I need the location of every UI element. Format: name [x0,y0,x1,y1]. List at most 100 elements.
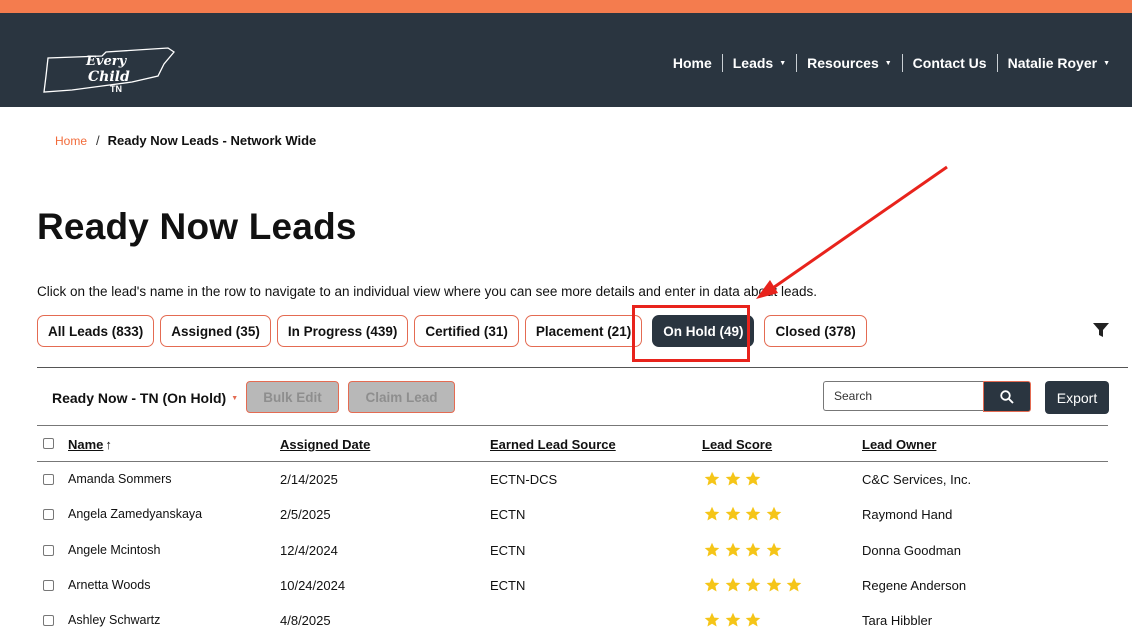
column-header-lead-score[interactable]: Lead Score [702,437,772,452]
breadcrumb: Home / Ready Now Leads - Network Wide [55,133,316,148]
lead-score-stars [704,471,766,487]
lead-name-link[interactable]: Ashley Schwartz [68,613,160,627]
search-input[interactable] [823,381,983,411]
row-checkbox[interactable] [43,579,54,591]
nav-item-resources[interactable]: Resources ▼ [797,55,902,71]
nav-item-home[interactable]: Home [663,55,722,71]
star-icon [766,577,781,592]
search-group [823,381,1031,412]
lead-owner-cell: Raymond Hand [862,507,953,523]
every-child-tn-logo[interactable]: Every Child TN [42,38,177,98]
chevron-down-icon: ▼ [1103,59,1110,67]
star-icon [704,577,720,592]
nav-item-natalie-royer[interactable]: Natalie Royer ▼ [998,55,1120,71]
lead-owner-cell: Donna Goodman [862,542,962,558]
lead-source-cell: ECTN [490,542,526,558]
nav-item-label: Home [672,55,712,71]
star-icon [704,612,720,627]
lead-score-stars [704,542,786,558]
lead-name-link[interactable]: Angele Mcintosh [68,543,160,557]
table-header-border [37,461,1108,462]
main-nav: Home Leads ▼ Resources ▼ Contact Us Natalie Ro… [663,53,1120,73]
star-icon [786,577,802,592]
column-header-name-label: Name [68,437,104,452]
filter-icon[interactable] [1093,323,1109,337]
tab-all-leads[interactable]: All Leads (833) [37,315,155,347]
logo-text-tn: TN [110,84,122,94]
lead-score-stars [704,577,807,593]
top-accent-bar [0,0,1132,13]
list-view-label: Ready Now - TN (On Hold) [52,390,227,406]
row-checkbox[interactable] [43,615,54,627]
nav-item-label: Natalie Royer [1007,55,1098,71]
annotation-highlight-box [632,305,750,362]
lead-source-cell: ECTN-DCS [490,472,558,487]
breadcrumb-separator: / [96,133,100,148]
bulk-edit-button[interactable]: Bulk Edit [246,381,339,413]
tab-certified[interactable]: Certified (31) [414,315,519,347]
column-header-lead-owner[interactable]: Lead Owner [862,437,936,452]
tab-placement[interactable]: Placement (21) [524,315,643,347]
row-checkbox[interactable] [43,474,54,485]
logo-text-every: Every [85,54,128,69]
nav-item-contact-us[interactable]: Contact Us [903,55,997,71]
nav-item-label: Resources [807,55,879,71]
chevron-down-icon: ▼ [884,59,892,67]
star-icon [704,471,720,486]
star-icon [725,507,740,521]
star-icon [725,542,740,557]
navbar: Every Child TN Home Leads ▼ Resources ▼ Conta… [0,13,1132,107]
search-button[interactable] [983,381,1031,412]
star-icon [745,507,761,521]
lead-name-link[interactable]: Amanda Sommers [68,472,172,486]
row-checkbox[interactable] [43,544,54,556]
logo-text-child: Child [88,69,130,85]
assigned-date-cell: 10/24/2024 [280,577,346,593]
chevron-down-icon: ▼ [231,394,239,402]
list-view-selector[interactable]: Ready Now - TN (On Hold) ▼ [52,390,238,406]
star-icon [704,542,720,557]
star-icon [725,471,740,486]
column-header-earned-lead-source[interactable]: Earned Lead Source [490,437,616,452]
lead-name-link[interactable]: Angela Zamedyanskaya [68,507,202,521]
star-icon [704,507,720,521]
table-top-border [37,425,1108,426]
breadcrumb-current: Ready Now Leads - Network Wide [107,133,317,148]
star-icon [725,612,740,627]
lead-owner-cell: Regene Anderson [862,577,967,593]
star-icon [766,542,781,557]
lead-score-stars [704,612,766,628]
row-checkbox[interactable] [43,509,54,521]
lead-owner-cell: C&C Services, Inc. [862,472,972,487]
select-all-checkbox[interactable] [43,438,54,449]
export-button[interactable]: Export [1045,381,1109,414]
chevron-down-icon: ▼ [779,59,787,67]
lead-name-link[interactable]: Arnetta Woods [68,578,150,592]
assigned-date-cell: 2/14/2025 [280,472,338,487]
nav-item-leads[interactable]: Leads ▼ [723,55,796,71]
nav-item-label: Leads [732,55,774,71]
sort-arrow-up-icon: ↑ [105,437,112,452]
page-title: Ready Now Leads [37,206,357,247]
assigned-date-cell: 4/8/2025 [280,613,331,629]
search-icon [1000,389,1014,404]
column-header-name[interactable]: Name ↑ [68,437,112,452]
star-icon [745,577,761,592]
star-icon [766,507,781,521]
star-icon [745,612,761,627]
breadcrumb-home-link[interactable]: Home [55,134,87,148]
claim-lead-button[interactable]: Claim Lead [348,381,455,413]
lead-score-stars [704,506,786,522]
page-description: Click on the lead's name in the row to n… [37,284,818,299]
nav-item-label: Contact Us [912,55,987,71]
column-header-assigned-date[interactable]: Assigned Date [280,437,370,452]
star-icon [745,542,761,557]
star-icon [725,577,740,592]
tab-in-progress[interactable]: In Progress (439) [276,315,409,347]
assigned-date-cell: 2/5/2025 [280,507,331,523]
star-icon [745,471,761,486]
assigned-date-cell: 12/4/2024 [280,542,338,558]
toolbar-divider [37,367,1128,368]
tab-assigned[interactable]: Assigned (35) [160,315,271,347]
tab-closed[interactable]: Closed (378) [764,315,867,347]
